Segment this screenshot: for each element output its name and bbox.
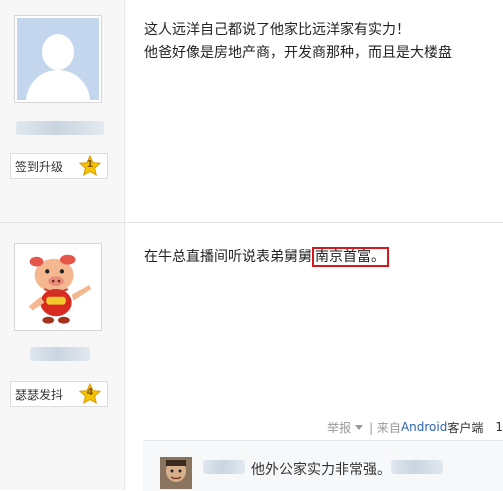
reply-text: 他外公家实力非常强。: [251, 462, 391, 478]
level-badge[interactable]: 瑟瑟发抖 4: [10, 381, 108, 407]
post-content: 这人远洋自己都说了他家比远洋家有实力！ 他爸好像是房地产商，开发商那种，而且是大…: [144, 19, 452, 65]
post-line: 这人远洋自己都说了他家比远洋家有实力！: [144, 22, 410, 38]
user-avatar[interactable]: [14, 15, 102, 103]
level-number: 4: [86, 387, 94, 398]
android-client-link[interactable]: Android: [401, 420, 447, 434]
user-avatar[interactable]: [14, 243, 102, 331]
client-label: 客户端: [447, 420, 484, 435]
level-star-icon: 4: [79, 383, 101, 405]
post-text: 在牛总直播间听说表弟舅舅: [144, 249, 312, 265]
floor-number: 1: [495, 420, 503, 434]
level-title: 签到升级: [15, 159, 64, 174]
reply-box: 他外公家实力非常强。: [143, 440, 503, 491]
post-content: 在牛总直播间听说表弟舅舅 南京首富。: [144, 246, 389, 269]
pig-mascot-avatar-icon: [17, 246, 99, 328]
post-meta: 举报 | 来自 Android 客户端 1: [327, 418, 503, 436]
blurred-reply-username[interactable]: [203, 460, 245, 474]
level-number: 1: [86, 159, 94, 170]
level-title: 瑟瑟发抖: [15, 387, 64, 402]
post-divider: [0, 222, 503, 223]
blurred-username[interactable]: [16, 121, 104, 135]
default-avatar-icon: [17, 18, 99, 100]
report-link[interactable]: 举报: [327, 419, 351, 436]
source-prefix: | 来自: [369, 420, 401, 435]
post-line: 他爸好像是房地产商，开发商那种，而且是大楼盘: [144, 45, 452, 61]
blurred-reply-tail: [391, 460, 443, 474]
chevron-down-icon[interactable]: [355, 424, 364, 430]
level-badge[interactable]: 签到升级 1: [10, 153, 108, 179]
user-photo-icon: [160, 457, 192, 489]
highlighted-text: 南京首富。: [312, 247, 389, 267]
level-star-icon: 1: [79, 155, 101, 177]
reply-avatar[interactable]: [160, 457, 192, 489]
blurred-username[interactable]: [30, 347, 90, 361]
